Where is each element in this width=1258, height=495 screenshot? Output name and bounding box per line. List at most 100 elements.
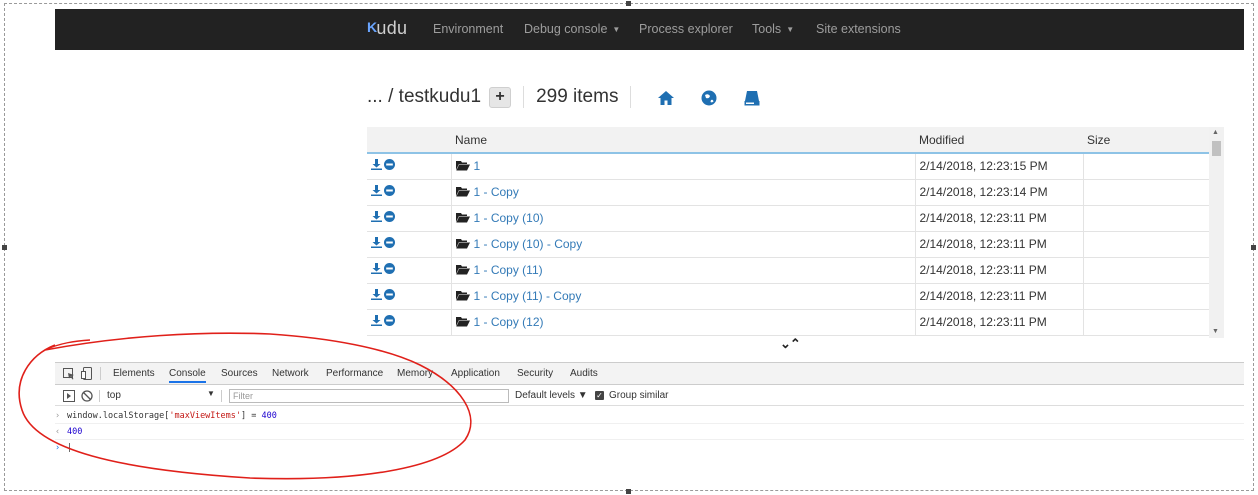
folder-open-icon: [455, 213, 470, 223]
console-number: 400: [261, 411, 277, 421]
tab-sources[interactable]: Sources: [221, 368, 258, 379]
row-name[interactable]: 1 - Copy (10) - Copy: [450, 231, 916, 258]
expand-collapse-toggle[interactable]: ⌄⌃: [780, 336, 801, 352]
row-modified: 2/14/2018, 12:23:11 PM: [915, 205, 1084, 232]
column-name[interactable]: Name: [451, 127, 915, 154]
delete-icon[interactable]: [384, 211, 395, 222]
result-arrow-icon: ‹: [55, 427, 61, 437]
download-icon[interactable]: [371, 237, 382, 248]
delete-icon[interactable]: [384, 185, 395, 196]
inspect-element-icon[interactable]: [63, 368, 75, 380]
row-name[interactable]: 1 - Copy (11): [450, 257, 916, 284]
tab-elements[interactable]: Elements: [113, 368, 155, 379]
group-similar-label: Group similar: [609, 390, 669, 401]
row-modified: 2/14/2018, 12:23:15 PM: [915, 153, 1084, 180]
group-similar-checkbox[interactable]: ✓: [595, 391, 604, 400]
nav-tools[interactable]: Tools ▼: [752, 22, 794, 36]
table-row[interactable]: 1 - Copy (11) - Copy 2/14/2018, 12:23:11 …: [367, 283, 1209, 310]
nav-process-explorer[interactable]: Process explorer: [639, 22, 733, 36]
row-name[interactable]: 1 - Copy (12): [450, 309, 916, 336]
folder-link[interactable]: 1 - Copy (12): [474, 315, 544, 329]
download-icon[interactable]: [371, 315, 382, 326]
resize-handle-top: [626, 1, 631, 6]
folder-open-icon: [455, 239, 470, 249]
item-count: 299 items: [536, 86, 619, 107]
row-size: [1083, 257, 1209, 284]
input-prompt-icon: ›: [55, 411, 61, 421]
table-row[interactable]: 1 - Copy (10) 2/14/2018, 12:23:11 PM: [367, 205, 1209, 232]
scroll-up-icon[interactable]: ▲: [1212, 129, 1219, 136]
context-dropdown-icon[interactable]: ▼: [207, 389, 215, 398]
folder-open-icon: [455, 187, 470, 197]
tab-application[interactable]: Application: [451, 368, 500, 379]
nav-debug-console-label: Debug console: [524, 22, 608, 36]
folder-link[interactable]: 1 - Copy (11) - Copy: [474, 289, 582, 303]
brand-label: udu: [376, 18, 408, 38]
column-modified[interactable]: Modified: [915, 127, 1083, 154]
row-name[interactable]: 1 - Copy (10): [450, 205, 916, 232]
kudu-brand[interactable]: Kudu: [367, 18, 407, 39]
filter-input[interactable]: Filter: [229, 389, 509, 403]
console-toolbar: top ▼ Filter Default levels ▼ ✓ Group si…: [55, 386, 1244, 406]
clear-console-icon[interactable]: [81, 390, 93, 402]
tab-security[interactable]: Security: [517, 368, 553, 379]
download-icon[interactable]: [371, 185, 382, 196]
download-icon[interactable]: [371, 289, 382, 300]
console-code: ] =: [241, 411, 262, 421]
delete-icon[interactable]: [384, 159, 395, 171]
folder-link[interactable]: 1 - Copy: [474, 185, 519, 199]
row-actions: [367, 231, 451, 258]
table-row[interactable]: 1 - Copy 2/14/2018, 12:23:14 PM: [367, 179, 1209, 206]
breadcrumb-path[interactable]: ... / testkudu1: [367, 86, 481, 108]
delete-icon[interactable]: [384, 289, 395, 300]
delete-icon[interactable]: [384, 315, 395, 326]
table-row[interactable]: 1 2/14/2018, 12:23:15 PM: [367, 153, 1209, 180]
folder-open-icon: [455, 265, 470, 275]
globe-icon[interactable]: [700, 89, 718, 107]
row-size: [1083, 283, 1209, 310]
home-icon[interactable]: [657, 89, 675, 107]
row-size: [1083, 231, 1209, 258]
tab-audits[interactable]: Audits: [570, 368, 598, 379]
row-name[interactable]: 1 - Copy: [450, 179, 916, 206]
devtools-tabbar: Elements Console Sources Network Perform…: [55, 363, 1244, 385]
log-levels-dropdown[interactable]: Default levels ▼: [515, 390, 588, 401]
tab-memory[interactable]: Memory: [397, 368, 433, 379]
scroll-down-icon[interactable]: ▼: [1212, 328, 1219, 335]
console-prompt[interactable]: › |: [55, 441, 1244, 456]
row-actions: [367, 283, 451, 310]
delete-icon[interactable]: [384, 263, 395, 274]
tab-network[interactable]: Network: [272, 368, 309, 379]
row-name[interactable]: 1: [450, 153, 916, 180]
download-icon[interactable]: [371, 211, 382, 222]
device-toolbar-icon[interactable]: [81, 367, 93, 380]
nav-environment[interactable]: Environment: [433, 22, 503, 36]
breadcrumb: ... / testkudu1 + 299 items: [367, 84, 643, 110]
folder-link[interactable]: 1 - Copy (10): [474, 211, 544, 225]
folder-link[interactable]: 1: [474, 159, 481, 173]
add-item-button[interactable]: +: [489, 86, 512, 108]
tab-performance[interactable]: Performance: [326, 368, 383, 379]
column-size[interactable]: Size: [1083, 127, 1209, 154]
divider: [523, 86, 525, 108]
delete-icon[interactable]: [384, 237, 395, 248]
scroll-thumb[interactable]: [1212, 141, 1221, 156]
row-actions: [367, 257, 451, 284]
divider: [100, 367, 101, 380]
nav-debug-console[interactable]: Debug console ▼: [524, 22, 620, 36]
table-row[interactable]: 1 - Copy (11) 2/14/2018, 12:23:11 PM: [367, 257, 1209, 284]
context-select[interactable]: top: [107, 390, 121, 401]
show-sidebar-icon[interactable]: [63, 390, 75, 402]
table-scrollbar[interactable]: ▲ ▼: [1209, 127, 1224, 338]
table-row[interactable]: 1 - Copy (12) 2/14/2018, 12:23:11 PM: [367, 309, 1209, 336]
table-row[interactable]: 1 - Copy (10) - Copy 2/14/2018, 12:23:11 …: [367, 231, 1209, 258]
row-name[interactable]: 1 - Copy (11) - Copy: [450, 283, 916, 310]
folder-link[interactable]: 1 - Copy (11): [474, 263, 543, 277]
folder-link[interactable]: 1 - Copy (10) - Copy: [474, 237, 583, 251]
drive-icon[interactable]: [743, 89, 761, 107]
download-icon[interactable]: [371, 159, 382, 171]
download-icon[interactable]: [371, 263, 382, 274]
file-table: Name Modified Size 1 2/14/2018, 12:23:15 …: [367, 127, 1209, 336]
nav-site-extensions[interactable]: Site extensions: [816, 22, 901, 36]
tab-console[interactable]: Console: [169, 368, 206, 383]
